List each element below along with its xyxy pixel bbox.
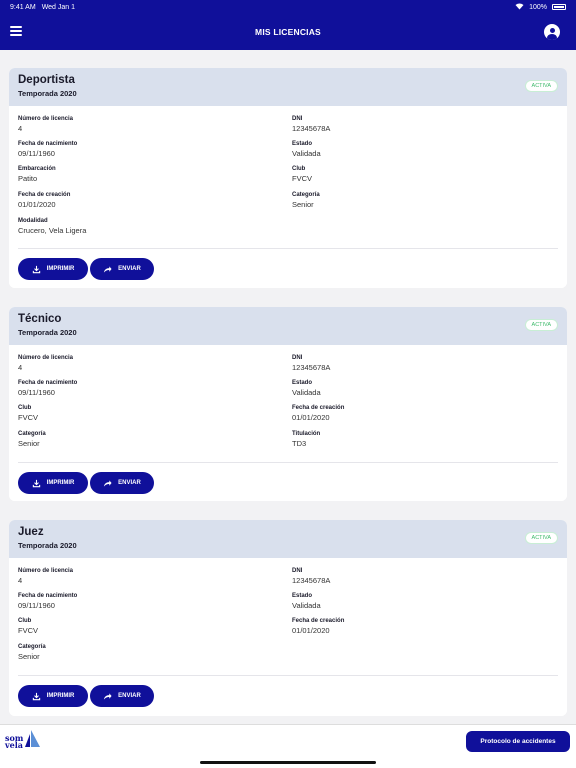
accident-protocol-button[interactable]: Protocolo de accidentes xyxy=(466,731,570,752)
license-card-body: Número de licencia 4 DNI 12345678A Fecha d… xyxy=(9,106,567,288)
license-card-header: Deportista Temporada 2020 ACTIVA xyxy=(9,68,567,106)
download-icon xyxy=(32,265,40,273)
share-icon xyxy=(104,479,112,487)
field-status: Estado Validada xyxy=(292,593,321,610)
license-card-header: Técnico Temporada 2020 ACTIVA xyxy=(9,307,567,345)
field-creation-date: Fecha de creación 01/01/2020 xyxy=(18,192,71,209)
field-category: Categoría Senior xyxy=(292,192,320,209)
print-button[interactable]: IMPRIMIR xyxy=(18,258,88,280)
licenses-list[interactable]: Deportista Temporada 2020 ACTIVA Número … xyxy=(0,50,576,724)
license-season: Temporada 2020 xyxy=(18,541,77,550)
field-club: Club FVCV xyxy=(18,405,39,422)
license-card-juez: Juez Temporada 2020 ACTIVA Número de lic… xyxy=(9,520,567,716)
field-license-number: Número de licencia 4 xyxy=(18,116,74,133)
hamburger-icon[interactable] xyxy=(10,26,22,36)
field-birth-date: Fecha de nacimiento 09/11/1960 xyxy=(18,141,78,158)
divider xyxy=(18,675,558,676)
license-type: Técnico xyxy=(18,313,62,325)
field-dni: DNI 12345678A xyxy=(292,116,331,133)
wifi-icon xyxy=(515,2,524,12)
field-modality: Modalidad Crucero, Vela Ligera xyxy=(18,218,87,235)
field-category: Categoría Senior xyxy=(18,644,46,661)
battery-icon xyxy=(552,4,566,10)
field-dni: DNI 12345678A xyxy=(292,355,331,372)
field-status: Estado Validada xyxy=(292,380,321,397)
license-card-header: Juez Temporada 2020 ACTIVA xyxy=(9,520,567,558)
battery-percent: 100% xyxy=(529,3,547,11)
send-button[interactable]: ENVIAR xyxy=(90,472,154,494)
share-icon xyxy=(104,265,112,273)
field-birth-date: Fecha de nacimiento 09/11/1960 xyxy=(18,380,78,397)
field-license-number: Número de licencia 4 xyxy=(18,568,74,585)
license-season: Temporada 2020 xyxy=(18,89,77,98)
print-button[interactable]: IMPRIMIR xyxy=(18,685,88,707)
field-creation-date: Fecha de creación 01/01/2020 xyxy=(292,405,345,422)
license-card-body: Número de licencia 4 DNI 12345678A Fecha d… xyxy=(9,345,567,501)
field-status: Estado Validada xyxy=(292,141,321,158)
status-time: 9:41 AM xyxy=(10,3,36,11)
field-dni: DNI 12345678A xyxy=(292,568,331,585)
field-qualification: Titulación TD3 xyxy=(292,431,321,448)
bottom-bar: som vela Protocolo de accidentes xyxy=(0,724,576,768)
divider xyxy=(18,248,558,249)
send-button[interactable]: ENVIAR xyxy=(90,685,154,707)
sail-icon xyxy=(25,730,40,747)
field-creation-date: Fecha de creación 01/01/2020 xyxy=(292,618,345,635)
field-club: Club FVCV xyxy=(292,166,313,183)
status-badge: ACTIVA xyxy=(524,532,558,544)
field-boat: Embarcación Patito xyxy=(18,166,56,183)
license-type: Deportista xyxy=(18,74,75,86)
print-button[interactable]: IMPRIMIR xyxy=(18,472,88,494)
field-club: Club FVCV xyxy=(18,618,39,635)
field-license-number: Número de licencia 4 xyxy=(18,355,74,372)
top-bar: MIS LICENCIAS xyxy=(0,14,576,50)
home-indicator xyxy=(200,761,376,764)
field-birth-date: Fecha de nacimiento 09/11/1960 xyxy=(18,593,78,610)
status-badge: ACTIVA xyxy=(524,319,558,331)
license-card-tecnico: Técnico Temporada 2020 ACTIVA Número de … xyxy=(9,307,567,501)
field-category: Categoría Senior xyxy=(18,431,46,448)
divider xyxy=(18,462,558,463)
share-icon xyxy=(104,692,112,700)
download-icon xyxy=(32,479,40,487)
status-badge: ACTIVA xyxy=(524,80,558,92)
page-title: MIS LICENCIAS xyxy=(255,27,321,37)
send-button[interactable]: ENVIAR xyxy=(90,258,154,280)
status-date: Wed Jan 1 xyxy=(41,3,76,11)
user-icon[interactable] xyxy=(544,24,560,40)
status-bar: 9:41 AM Wed Jan 1 100% xyxy=(0,0,576,14)
license-type: Juez xyxy=(18,526,44,538)
somvela-logo: som vela xyxy=(5,729,41,755)
download-icon xyxy=(32,692,40,700)
license-card-deportista: Deportista Temporada 2020 ACTIVA Número … xyxy=(9,68,567,288)
license-card-body: Número de licencia 4 DNI 12345678A Fecha d… xyxy=(9,558,567,716)
license-season: Temporada 2020 xyxy=(18,328,77,337)
